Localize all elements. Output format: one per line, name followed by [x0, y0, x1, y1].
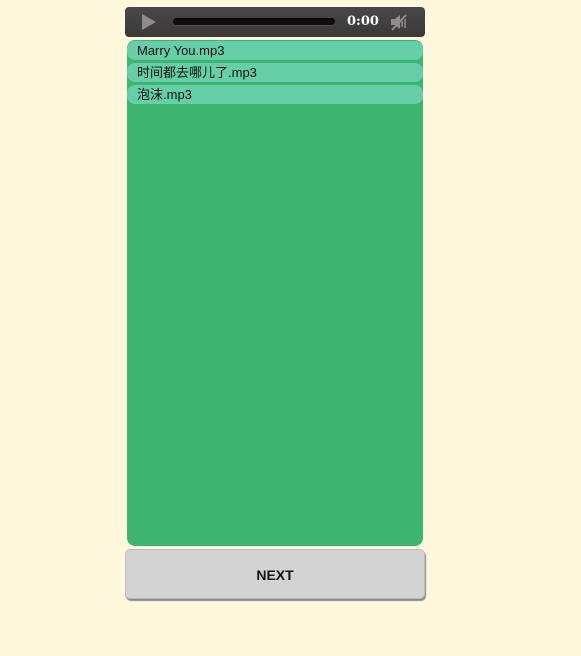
next-button[interactable]: NEXT	[125, 549, 425, 599]
play-icon	[142, 14, 156, 30]
next-button-label: NEXT	[256, 567, 294, 583]
track-label: 时间都去哪儿了.mp3	[137, 65, 257, 80]
playlist-item[interactable]: 时间都去哪儿了.mp3	[127, 63, 423, 82]
playlist-item[interactable]: Marry You.mp3	[127, 41, 423, 60]
progress-bar[interactable]	[173, 18, 335, 25]
audio-player: 0:00	[125, 7, 425, 37]
time-display: 0:00	[347, 14, 379, 29]
playlist-panel: Marry You.mp3 时间都去哪儿了.mp3 泡沫.mp3	[127, 40, 423, 546]
play-button[interactable]	[137, 12, 159, 32]
playlist-item[interactable]: 泡沫.mp3	[127, 85, 423, 104]
mute-icon	[391, 14, 407, 31]
track-label: Marry You.mp3	[137, 43, 225, 58]
mute-button[interactable]	[389, 12, 409, 32]
track-label: 泡沫.mp3	[137, 87, 192, 102]
